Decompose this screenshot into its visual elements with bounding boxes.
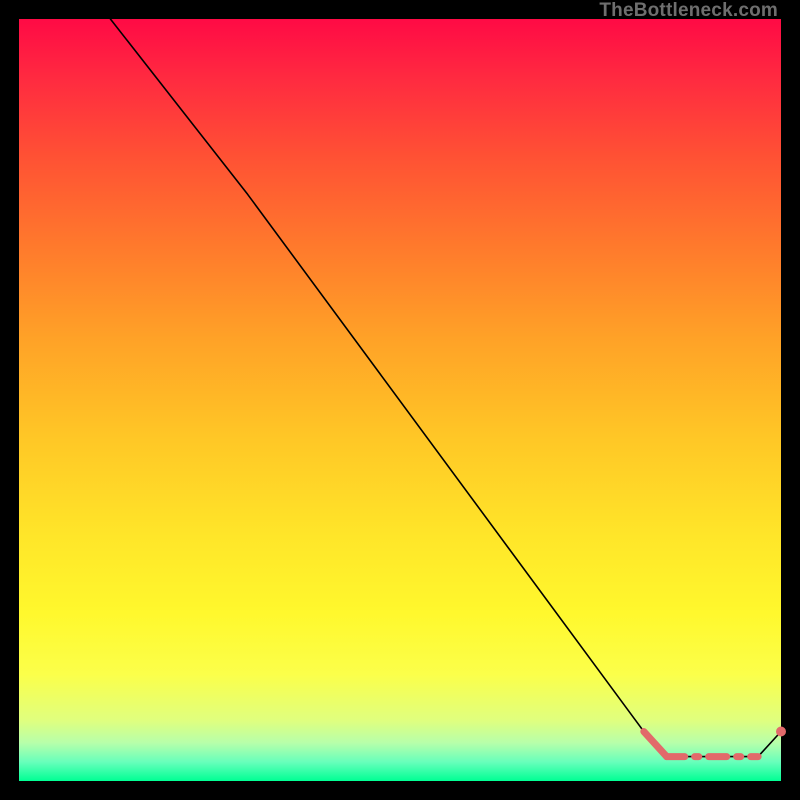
- chart-overlay: [19, 19, 781, 781]
- minimum-marker-head: [644, 732, 667, 757]
- end-dot: [776, 727, 786, 737]
- bottleneck-curve: [110, 19, 781, 757]
